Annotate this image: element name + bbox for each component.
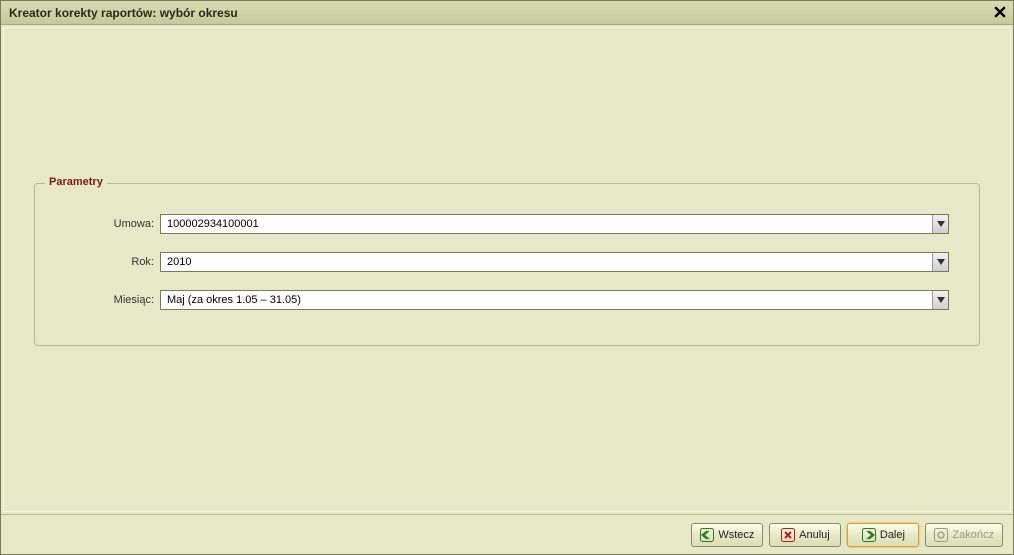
miesiac-row: Miesiąc: Maj (za okres 1.05 – 31.05) bbox=[65, 290, 949, 310]
umowa-row: Umowa: 100002934100001 bbox=[65, 214, 949, 234]
miesiac-value: Maj (za okres 1.05 – 31.05) bbox=[161, 291, 932, 309]
finish-button: Zakończ bbox=[925, 523, 1003, 547]
close-button[interactable] bbox=[991, 4, 1009, 22]
close-icon bbox=[994, 5, 1006, 21]
umowa-value: 100002934100001 bbox=[161, 215, 932, 233]
next-button[interactable]: Dalej bbox=[847, 523, 919, 547]
cancel-label: Anuluj bbox=[799, 529, 830, 541]
next-label: Dalej bbox=[880, 529, 905, 541]
finish-label: Zakończ bbox=[952, 529, 994, 541]
footer-buttons: Wstecz Anuluj Dalej Zakończ bbox=[1, 514, 1013, 554]
back-button[interactable]: Wstecz bbox=[691, 523, 763, 547]
miesiac-select[interactable]: Maj (za okres 1.05 – 31.05) bbox=[160, 290, 949, 310]
umowa-label: Umowa: bbox=[65, 218, 160, 230]
parameters-fieldset: Parametry Umowa: 100002934100001 Rok: 20… bbox=[34, 183, 980, 346]
rok-row: Rok: 2010 bbox=[65, 252, 949, 272]
dropdown-arrow-icon[interactable] bbox=[932, 291, 948, 309]
content-area: Parametry Umowa: 100002934100001 Rok: 20… bbox=[3, 27, 1011, 512]
miesiac-label: Miesiąc: bbox=[65, 294, 160, 306]
next-icon bbox=[862, 528, 876, 542]
back-icon bbox=[700, 528, 714, 542]
titlebar: Kreator korekty raportów: wybór okresu bbox=[1, 1, 1013, 25]
wizard-window: Kreator korekty raportów: wybór okresu P… bbox=[0, 0, 1014, 555]
dropdown-arrow-icon[interactable] bbox=[932, 253, 948, 271]
back-label: Wstecz bbox=[718, 529, 754, 541]
rok-value: 2010 bbox=[161, 253, 932, 271]
cancel-button[interactable]: Anuluj bbox=[769, 523, 841, 547]
dropdown-arrow-icon[interactable] bbox=[932, 215, 948, 233]
finish-icon bbox=[934, 528, 948, 542]
umowa-select[interactable]: 100002934100001 bbox=[160, 214, 949, 234]
fieldset-legend: Parametry bbox=[45, 176, 107, 188]
rok-label: Rok: bbox=[65, 256, 160, 268]
cancel-icon bbox=[781, 528, 795, 542]
window-title: Kreator korekty raportów: wybór okresu bbox=[9, 6, 238, 20]
rok-select[interactable]: 2010 bbox=[160, 252, 949, 272]
